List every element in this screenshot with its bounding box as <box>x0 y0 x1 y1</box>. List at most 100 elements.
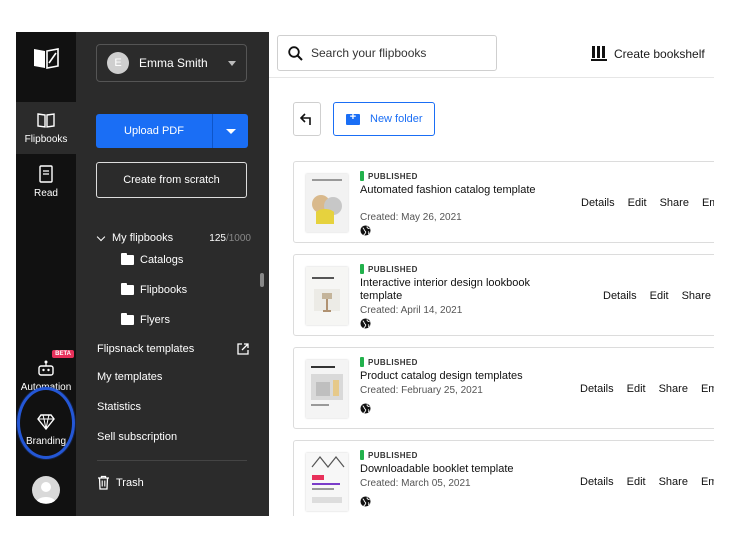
published-indicator <box>360 357 364 367</box>
user-name: Emma Smith <box>139 56 208 70</box>
my-flipbooks-toggle[interactable]: My flipbooks 125/1000 <box>96 230 251 246</box>
created-date: Created: March 05, 2021 <box>360 478 471 489</box>
nav-link-my-templates[interactable]: My templates <box>97 369 162 385</box>
top-bar: Create bookshelf <box>269 32 714 78</box>
globe-icon <box>360 403 371 414</box>
upload-pdf-button[interactable]: Upload PDF <box>96 114 212 148</box>
edit-link[interactable]: Edit <box>650 290 669 302</box>
read-icon <box>39 165 53 183</box>
flipbook-card[interactable]: PUBLISHED Automated fashion catalog temp… <box>293 161 714 243</box>
flipbook-title[interactable]: Product catalog design templates <box>360 370 540 383</box>
created-date: Created: April 14, 2021 <box>360 305 463 316</box>
folder-label: Flyers <box>140 314 170 326</box>
sidebar-scrollbar[interactable] <box>260 273 264 287</box>
chevron-down-icon <box>225 128 236 134</box>
sidebar: E Emma Smith Upload PDF Create from scra… <box>76 32 269 516</box>
embed-link[interactable]: Emb <box>701 476 714 488</box>
edit-link[interactable]: Edit <box>627 476 646 488</box>
details-link[interactable]: Details <box>580 476 614 488</box>
flipsnack-logo-icon[interactable] <box>33 46 59 70</box>
rail-item-branding[interactable]: Branding <box>16 404 76 456</box>
search-input[interactable] <box>311 46 481 60</box>
flipbook-thumbnail[interactable] <box>306 174 348 232</box>
back-button[interactable] <box>293 102 321 136</box>
published-indicator <box>360 264 364 274</box>
trash-label: Trash <box>116 476 144 489</box>
upload-pdf-group: Upload PDF <box>96 114 248 148</box>
avatar[interactable] <box>32 476 60 504</box>
edit-link[interactable]: Edit <box>627 383 646 395</box>
folder-icon <box>121 313 134 325</box>
new-folder-button[interactable]: New folder <box>333 102 435 136</box>
trash-icon <box>98 475 109 490</box>
rail-label: Flipbooks <box>24 134 68 145</box>
nav-link-flipsnack-templates[interactable]: Flipsnack templates <box>97 341 194 357</box>
external-link-icon[interactable] <box>237 343 249 355</box>
status-badge: PUBLISHED <box>360 264 418 274</box>
folder-plus-icon <box>346 111 360 125</box>
folder-item-flyers[interactable]: Flyers <box>121 312 170 328</box>
account-switcher[interactable]: E Emma Smith <box>96 44 247 82</box>
folder-icon <box>121 283 134 295</box>
diamond-icon <box>37 414 55 431</box>
main-content: Create bookshelf New folder <box>269 32 714 516</box>
share-link[interactable]: Share <box>659 383 688 395</box>
folder-label: Catalogs <box>140 254 184 266</box>
rail-label: Read <box>34 188 58 199</box>
flipbook-card[interactable]: PUBLISHED Downloadable booklet template … <box>293 440 714 516</box>
edit-link[interactable]: Edit <box>628 197 647 209</box>
app-window: Flipbooks Read BETA Automation Branding … <box>16 32 714 516</box>
folder-item-catalogs[interactable]: Catalogs <box>121 252 183 268</box>
folder-item-flipbooks[interactable]: Flipbooks <box>121 282 187 298</box>
search-icon <box>288 45 303 61</box>
rail-item-automation[interactable]: BETA Automation <box>16 350 76 402</box>
flipbook-title[interactable]: Automated fashion catalog template <box>360 184 540 197</box>
globe-icon <box>360 318 371 329</box>
details-link[interactable]: Details <box>581 197 615 209</box>
flipbook-title[interactable]: Interactive interior design lookbook tem… <box>360 277 540 303</box>
flipbook-thumbnail[interactable] <box>306 267 348 325</box>
status-badge: PUBLISHED <box>360 357 418 367</box>
create-from-scratch-button[interactable]: Create from scratch <box>96 162 247 198</box>
rail-item-flipbooks[interactable]: Flipbooks <box>16 102 76 154</box>
embed-link[interactable]: Emb <box>702 197 714 209</box>
flipbook-thumbnail[interactable] <box>306 453 348 511</box>
rail-label: Automation <box>20 382 72 393</box>
folder-label: Flipbooks <box>140 284 188 296</box>
upload-options-button[interactable] <box>212 114 248 148</box>
user-initial: E <box>107 52 129 74</box>
create-bookshelf-button[interactable]: Create bookshelf <box>591 46 705 61</box>
flipbook-card[interactable]: PUBLISHED Interactive interior design lo… <box>293 254 714 336</box>
user-avatar-icon <box>36 482 56 503</box>
status-badge: PUBLISHED <box>360 450 418 460</box>
bookshelf-icon <box>591 46 607 61</box>
rail-label: Branding <box>25 436 67 447</box>
details-link[interactable]: Details <box>580 383 614 395</box>
flipbook-title[interactable]: Downloadable booklet template <box>360 463 540 476</box>
flipbook-count: 125/1000 <box>209 232 251 244</box>
published-indicator <box>360 450 364 460</box>
created-date: Created: May 26, 2021 <box>360 212 462 223</box>
details-link[interactable]: Details <box>603 290 637 302</box>
automation-icon <box>38 360 54 376</box>
share-link[interactable]: Share <box>660 197 689 209</box>
nav-rail: Flipbooks Read BETA Automation Branding <box>16 32 76 516</box>
share-link[interactable]: Share <box>659 476 688 488</box>
created-date: Created: February 25, 2021 <box>360 385 483 396</box>
globe-icon <box>360 225 371 236</box>
flipbook-thumbnail[interactable] <box>306 360 348 418</box>
rail-item-read[interactable]: Read <box>16 156 76 208</box>
trash-link[interactable]: Trash <box>97 475 144 490</box>
beta-badge: BETA <box>52 350 74 358</box>
bookshelf-label: Create bookshelf <box>614 46 705 61</box>
folder-icon <box>121 253 134 265</box>
share-link[interactable]: Share <box>682 290 711 302</box>
nav-link-statistics[interactable]: Statistics <box>97 399 141 415</box>
new-folder-label: New folder <box>370 113 423 125</box>
search-box[interactable] <box>277 35 497 71</box>
embed-link[interactable]: Emb <box>701 383 714 395</box>
card-actions: Details Edit Share Emb <box>580 441 714 516</box>
nav-link-sell-subscription[interactable]: Sell subscription <box>97 429 177 445</box>
flipbook-card[interactable]: PUBLISHED Product catalog design templat… <box>293 347 714 429</box>
published-indicator <box>360 171 364 181</box>
